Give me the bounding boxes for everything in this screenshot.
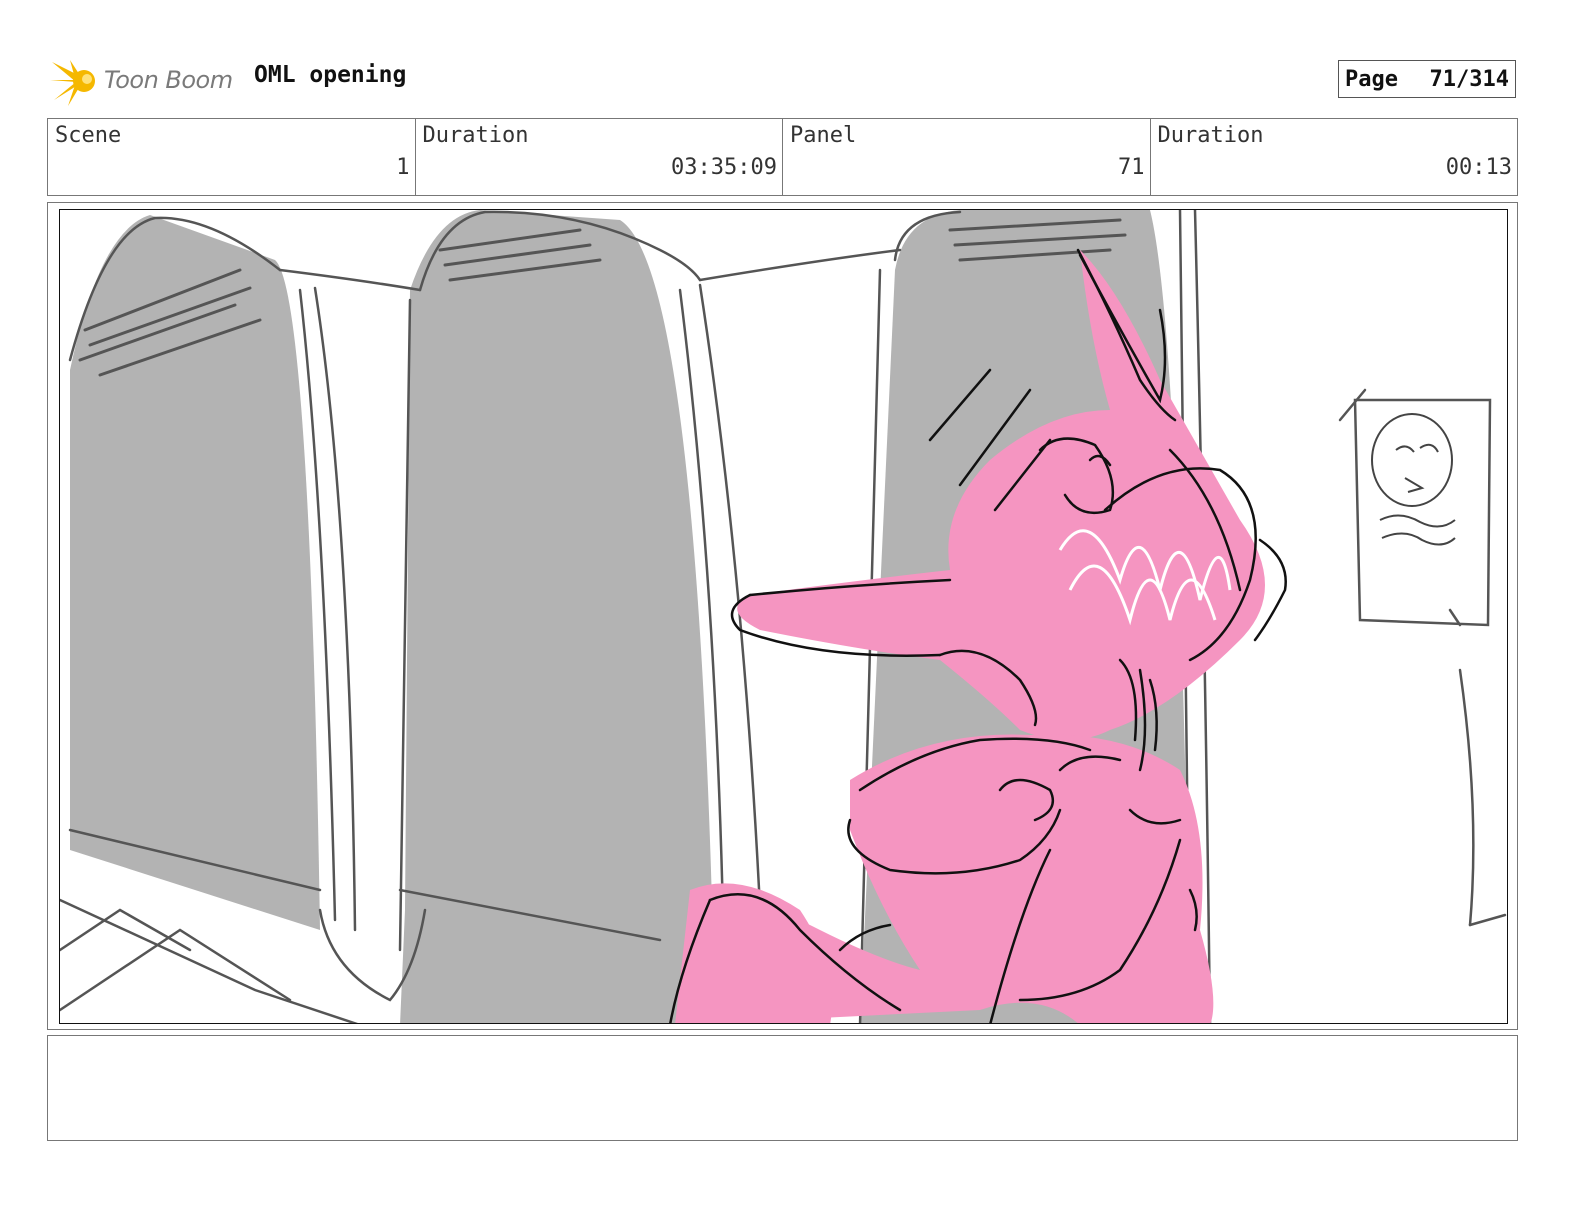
page-indicator: Page 71/314: [1338, 60, 1516, 98]
panel-duration-cell: Duration 00:13: [1151, 119, 1518, 195]
scene-duration-label: Duration: [422, 123, 529, 148]
logo-text: Toon Boom: [104, 66, 233, 94]
storyboard-sketch: [60, 210, 1507, 1023]
panel-cell: Panel 71: [783, 119, 1151, 195]
panel-label: Panel: [790, 123, 857, 148]
toon-boom-logo: Toon Boom: [50, 56, 240, 108]
panel-info-table: Scene 1 Duration 03:35:09 Panel 71 Durat…: [47, 118, 1518, 196]
storyboard-panel-frame: [47, 202, 1518, 1030]
toon-boom-starburst-icon: [50, 60, 95, 106]
scene-duration-cell: Duration 03:35:09: [416, 119, 783, 195]
scene-value: 1: [396, 155, 410, 180]
page-label: Page: [1345, 66, 1398, 92]
scene-label: Scene: [55, 123, 122, 148]
panel-value: 71: [1118, 155, 1145, 180]
panel-duration-label: Duration: [1157, 123, 1264, 148]
project-title: OML opening: [254, 62, 407, 88]
panel-duration-value: 00:13: [1445, 155, 1512, 180]
panel-notes-box: [47, 1035, 1518, 1141]
poster-face: [1371, 413, 1456, 546]
page-number: 71/314: [1429, 66, 1509, 92]
scene-cell: Scene 1: [48, 119, 416, 195]
storyboard-drawing: [59, 209, 1508, 1024]
scene-duration-value: 03:35:09: [671, 155, 777, 180]
